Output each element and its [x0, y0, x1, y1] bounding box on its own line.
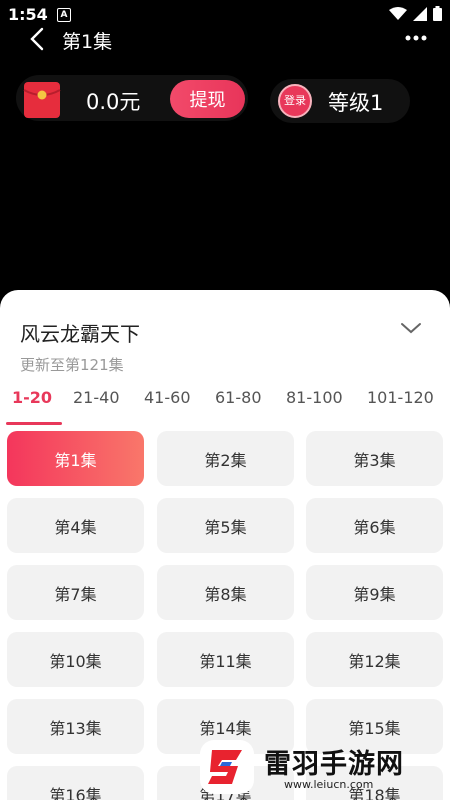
episode-sheet: 风云龙霸天下 更新至第121集 1-20 21-40 41-60 61-80 8… — [0, 290, 450, 800]
login-badge[interactable]: 登录 — [278, 84, 312, 118]
episode-button[interactable]: 第16集 — [7, 766, 144, 800]
range-tab-101-120[interactable]: 101-120 — [367, 388, 434, 407]
signal-icon — [413, 6, 427, 21]
watermark: 雷羽手游网 www.leiucn.com — [198, 738, 446, 796]
range-tab-21-40[interactable]: 21-40 — [73, 388, 120, 407]
notification-icon: A — [57, 8, 71, 22]
episode-button[interactable]: 第6集 — [306, 498, 443, 553]
episode-button[interactable]: 第10集 — [7, 632, 144, 687]
wifi-icon — [389, 6, 407, 20]
watermark-url: www.leiucn.com — [284, 778, 374, 791]
battery-icon — [433, 6, 442, 21]
range-tab-41-60[interactable]: 41-60 — [144, 388, 191, 407]
episode-button[interactable]: 第3集 — [306, 431, 443, 486]
episode-button[interactable]: 第13集 — [7, 699, 144, 754]
episode-button[interactable]: 第7集 — [7, 565, 144, 620]
balance-amount: 0.0元 — [86, 90, 141, 114]
active-tab-indicator — [6, 422, 62, 425]
top-bar: 第1集 — [0, 22, 450, 56]
red-packet-icon[interactable] — [22, 80, 62, 120]
back-arrow-icon[interactable] — [26, 26, 52, 52]
watermark-title: 雷羽手游网 — [264, 749, 404, 780]
leiyu-logo-icon — [200, 740, 254, 794]
range-tab-81-100[interactable]: 81-100 — [286, 388, 343, 407]
chevron-down-icon[interactable] — [398, 318, 424, 338]
system-icons — [389, 6, 442, 21]
range-tab-1-20[interactable]: 1-20 — [12, 388, 52, 407]
episode-button[interactable]: 第5集 — [157, 498, 294, 553]
episode-button[interactable]: 第11集 — [157, 632, 294, 687]
episode-button[interactable]: 第1集 — [7, 431, 144, 486]
update-info: 更新至第121集 — [20, 356, 124, 374]
episode-button[interactable]: 第2集 — [157, 431, 294, 486]
more-icon[interactable] — [404, 30, 428, 46]
episode-title: 第1集 — [62, 31, 113, 53]
level-label: 等级1 — [328, 91, 384, 115]
withdraw-button[interactable]: 提现 — [170, 80, 245, 118]
range-tab-61-80[interactable]: 61-80 — [215, 388, 262, 407]
episode-button[interactable]: 第8集 — [157, 565, 294, 620]
episode-button[interactable]: 第9集 — [306, 565, 443, 620]
range-tabs: 1-20 21-40 41-60 61-80 81-100 101-120 — [0, 388, 450, 416]
drama-title: 风云龙霸天下 — [20, 322, 140, 346]
episode-button[interactable]: 第4集 — [7, 498, 144, 553]
episode-button[interactable]: 第12集 — [306, 632, 443, 687]
